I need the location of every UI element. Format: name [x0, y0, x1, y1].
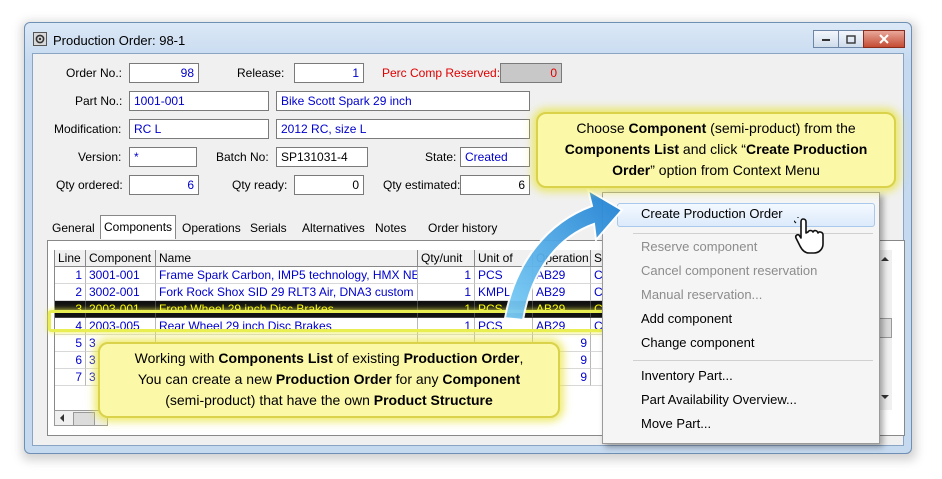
text-bold: Product Structure: [373, 392, 493, 408]
callout-bottom-line-2: You can create a new Production Order fo…: [100, 369, 558, 390]
text-bold: Components List: [218, 350, 333, 366]
callout-top-line-3: Order” option from Context Menu: [538, 160, 894, 181]
callout-components-list-tip: Working with Components List of existing…: [98, 342, 560, 418]
text: and click “: [679, 141, 746, 157]
hand-cursor-icon: [794, 217, 824, 254]
callout-top-line-2: Components List and click “Create Produc…: [538, 139, 894, 160]
text: ,: [519, 350, 524, 366]
text: for any: [391, 371, 443, 387]
text: (semi-product) from the: [706, 120, 856, 136]
text: of existing: [332, 350, 404, 366]
text-bold: Production Order: [403, 350, 520, 366]
text: (semi-product) that have the own: [165, 392, 374, 408]
text: Choose: [576, 120, 629, 136]
text-bold: Order: [612, 162, 651, 178]
text-bold: Create Production: [745, 141, 868, 157]
callout-bottom-line-1: Working with Components List of existing…: [100, 348, 558, 369]
text-bold: Component: [628, 120, 707, 136]
callout-top-line-1: Choose Component (semi-product) from the: [538, 118, 894, 139]
text-bold: Components List: [564, 141, 680, 157]
text-bold: Production Order: [275, 371, 392, 387]
blue-arrow-shape: [503, 187, 624, 322]
text: You can create a new: [137, 371, 276, 387]
text: ” option from Context Menu: [650, 162, 820, 178]
callout-bottom-line-3: (semi-product) that have the own Product…: [100, 390, 558, 411]
text-bold: Component: [442, 371, 521, 387]
text: Working with: [134, 350, 219, 366]
callout-context-menu-tip: Choose Component (semi-product) from the…: [536, 112, 896, 188]
